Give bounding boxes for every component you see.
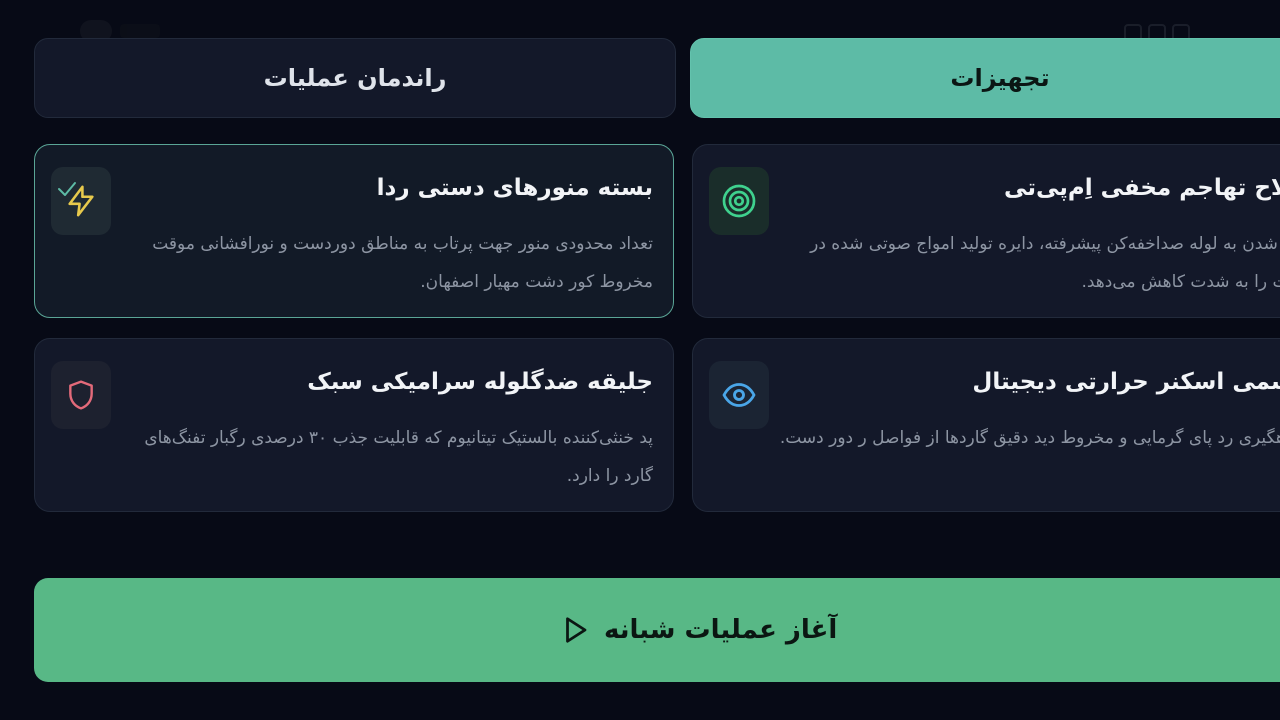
card-description: تعداد محدودی منور جهت پرتاب به مناطق دور…: [152, 234, 653, 292]
target-icon: [709, 167, 769, 235]
play-icon: [560, 614, 590, 646]
card-title: سلاح تهاجم مخفی اِم‌پی‌تی: [1004, 175, 1280, 201]
card-description: پد خنثی‌کننده بالستیک تیتانیوم که قابلیت…: [144, 428, 653, 486]
start-night-operation-button[interactable]: آغاز عملیات شبانه: [34, 578, 1280, 682]
start-button-label: آغاز عملیات شبانه: [604, 615, 838, 645]
screen: راندمان عملیات تجهیزات بسته منورهای دستی…: [0, 0, 1280, 720]
card-description: جهز شدن به لوله صداخفه‌کن پیشرفته، دایره…: [810, 234, 1280, 292]
card-description: ن رهگیری رد پای گرمایی و مخروط دید دقیق …: [779, 428, 1280, 448]
equipment-card-vest[interactable]: جلیقه ضدگلوله سرامیکی سبک پد خنثی‌کننده …: [34, 338, 674, 512]
tab-equipment-label: تجهیزات: [950, 64, 1050, 92]
tab-operations[interactable]: راندمان عملیات: [34, 38, 676, 118]
tab-equipment[interactable]: تجهیزات: [690, 38, 1280, 118]
equipment-card-thermal[interactable]: چشمی اسکنر حرارتی دیجیتال ن رهگیری رد پا…: [692, 338, 1280, 512]
card-title: چشمی اسکنر حرارتی دیجیتال: [972, 369, 1280, 395]
shield-icon: [51, 361, 111, 429]
status-indicator: [120, 24, 160, 38]
eye-icon: [709, 361, 769, 429]
equipment-card-flares[interactable]: بسته منورهای دستی ردا تعداد محدودی منور …: [34, 144, 674, 318]
card-title: جلیقه ضدگلوله سرامیکی سبک: [307, 369, 653, 395]
card-title: بسته منورهای دستی ردا: [376, 175, 653, 201]
tab-operations-label: راندمان عملیات: [263, 64, 447, 92]
equipment-card-emp[interactable]: سلاح تهاجم مخفی اِم‌پی‌تی جهز شدن به لول…: [692, 144, 1280, 318]
check-icon: [55, 177, 79, 205]
